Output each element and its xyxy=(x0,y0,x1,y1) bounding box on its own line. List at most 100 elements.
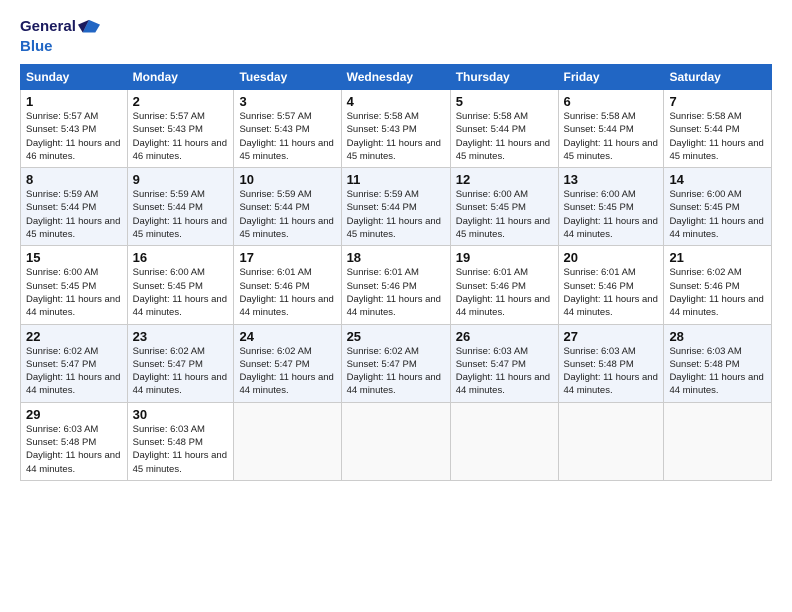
calendar-cell xyxy=(450,402,558,480)
weekday-header-cell: Saturday xyxy=(664,65,772,90)
day-number: 29 xyxy=(26,407,122,422)
calendar-cell: 8 Sunrise: 5:59 AMSunset: 5:44 PMDayligh… xyxy=(21,168,128,246)
calendar-body: 1 Sunrise: 5:57 AMSunset: 5:43 PMDayligh… xyxy=(21,90,772,481)
day-info: Sunrise: 5:59 AMSunset: 5:44 PMDaylight:… xyxy=(133,189,227,240)
day-info: Sunrise: 6:00 AMSunset: 5:45 PMDaylight:… xyxy=(26,267,120,318)
day-number: 27 xyxy=(564,329,659,344)
day-info: Sunrise: 6:01 AMSunset: 5:46 PMDaylight:… xyxy=(564,267,658,318)
calendar-cell: 21 Sunrise: 6:02 AMSunset: 5:46 PMDaylig… xyxy=(664,246,772,324)
calendar-cell: 30 Sunrise: 6:03 AMSunset: 5:48 PMDaylig… xyxy=(127,402,234,480)
weekday-header-cell: Friday xyxy=(558,65,664,90)
calendar-cell: 26 Sunrise: 6:03 AMSunset: 5:47 PMDaylig… xyxy=(450,324,558,402)
weekday-header-cell: Sunday xyxy=(21,65,128,90)
day-info: Sunrise: 6:00 AMSunset: 5:45 PMDaylight:… xyxy=(564,189,658,240)
calendar-week-row: 8 Sunrise: 5:59 AMSunset: 5:44 PMDayligh… xyxy=(21,168,772,246)
weekday-header-cell: Wednesday xyxy=(341,65,450,90)
weekday-header-cell: Thursday xyxy=(450,65,558,90)
day-number: 28 xyxy=(669,329,766,344)
logo-icon xyxy=(78,16,100,38)
day-number: 14 xyxy=(669,172,766,187)
day-number: 10 xyxy=(239,172,335,187)
day-number: 6 xyxy=(564,94,659,109)
calendar-cell: 15 Sunrise: 6:00 AMSunset: 5:45 PMDaylig… xyxy=(21,246,128,324)
day-info: Sunrise: 6:02 AMSunset: 5:47 PMDaylight:… xyxy=(133,346,227,397)
day-number: 12 xyxy=(456,172,553,187)
day-info: Sunrise: 5:58 AMSunset: 5:44 PMDaylight:… xyxy=(456,111,550,162)
header: General Blue xyxy=(20,16,772,56)
day-info: Sunrise: 6:00 AMSunset: 5:45 PMDaylight:… xyxy=(456,189,550,240)
day-info: Sunrise: 6:03 AMSunset: 5:48 PMDaylight:… xyxy=(564,346,658,397)
day-info: Sunrise: 6:03 AMSunset: 5:48 PMDaylight:… xyxy=(669,346,763,397)
day-info: Sunrise: 6:03 AMSunset: 5:48 PMDaylight:… xyxy=(26,424,120,475)
day-info: Sunrise: 6:01 AMSunset: 5:46 PMDaylight:… xyxy=(239,267,333,318)
day-number: 26 xyxy=(456,329,553,344)
day-number: 9 xyxy=(133,172,229,187)
day-info: Sunrise: 5:57 AMSunset: 5:43 PMDaylight:… xyxy=(26,111,120,162)
day-info: Sunrise: 5:58 AMSunset: 5:44 PMDaylight:… xyxy=(564,111,658,162)
day-number: 7 xyxy=(669,94,766,109)
day-number: 13 xyxy=(564,172,659,187)
day-number: 21 xyxy=(669,250,766,265)
day-info: Sunrise: 6:01 AMSunset: 5:46 PMDaylight:… xyxy=(456,267,550,318)
calendar-cell: 5 Sunrise: 5:58 AMSunset: 5:44 PMDayligh… xyxy=(450,90,558,168)
logo-text: General xyxy=(20,19,76,36)
day-info: Sunrise: 5:59 AMSunset: 5:44 PMDaylight:… xyxy=(26,189,120,240)
calendar-week-row: 15 Sunrise: 6:00 AMSunset: 5:45 PMDaylig… xyxy=(21,246,772,324)
calendar-cell: 3 Sunrise: 5:57 AMSunset: 5:43 PMDayligh… xyxy=(234,90,341,168)
day-info: Sunrise: 6:00 AMSunset: 5:45 PMDaylight:… xyxy=(133,267,227,318)
day-number: 20 xyxy=(564,250,659,265)
day-number: 23 xyxy=(133,329,229,344)
day-number: 3 xyxy=(239,94,335,109)
day-number: 16 xyxy=(133,250,229,265)
calendar-cell: 11 Sunrise: 5:59 AMSunset: 5:44 PMDaylig… xyxy=(341,168,450,246)
day-number: 17 xyxy=(239,250,335,265)
calendar-week-row: 29 Sunrise: 6:03 AMSunset: 5:48 PMDaylig… xyxy=(21,402,772,480)
day-number: 1 xyxy=(26,94,122,109)
calendar-cell: 2 Sunrise: 5:57 AMSunset: 5:43 PMDayligh… xyxy=(127,90,234,168)
day-number: 8 xyxy=(26,172,122,187)
calendar-cell: 19 Sunrise: 6:01 AMSunset: 5:46 PMDaylig… xyxy=(450,246,558,324)
calendar-cell: 27 Sunrise: 6:03 AMSunset: 5:48 PMDaylig… xyxy=(558,324,664,402)
calendar-cell: 9 Sunrise: 5:59 AMSunset: 5:44 PMDayligh… xyxy=(127,168,234,246)
calendar-cell: 10 Sunrise: 5:59 AMSunset: 5:44 PMDaylig… xyxy=(234,168,341,246)
day-info: Sunrise: 6:02 AMSunset: 5:47 PMDaylight:… xyxy=(26,346,120,397)
day-number: 25 xyxy=(347,329,445,344)
day-number: 5 xyxy=(456,94,553,109)
weekday-header-cell: Monday xyxy=(127,65,234,90)
day-info: Sunrise: 6:00 AMSunset: 5:45 PMDaylight:… xyxy=(669,189,763,240)
calendar-cell xyxy=(664,402,772,480)
page: General Blue SundayMondayTuesdayWednesda… xyxy=(0,0,792,612)
day-number: 24 xyxy=(239,329,335,344)
weekday-header-row: SundayMondayTuesdayWednesdayThursdayFrid… xyxy=(21,65,772,90)
calendar-cell xyxy=(341,402,450,480)
day-number: 19 xyxy=(456,250,553,265)
day-info: Sunrise: 5:58 AMSunset: 5:44 PMDaylight:… xyxy=(669,111,763,162)
calendar-cell: 13 Sunrise: 6:00 AMSunset: 5:45 PMDaylig… xyxy=(558,168,664,246)
calendar-week-row: 22 Sunrise: 6:02 AMSunset: 5:47 PMDaylig… xyxy=(21,324,772,402)
day-number: 18 xyxy=(347,250,445,265)
day-number: 22 xyxy=(26,329,122,344)
day-info: Sunrise: 5:59 AMSunset: 5:44 PMDaylight:… xyxy=(239,189,333,240)
calendar-cell: 18 Sunrise: 6:01 AMSunset: 5:46 PMDaylig… xyxy=(341,246,450,324)
day-info: Sunrise: 6:03 AMSunset: 5:48 PMDaylight:… xyxy=(133,424,227,475)
calendar-cell: 6 Sunrise: 5:58 AMSunset: 5:44 PMDayligh… xyxy=(558,90,664,168)
day-info: Sunrise: 6:01 AMSunset: 5:46 PMDaylight:… xyxy=(347,267,441,318)
calendar-cell: 12 Sunrise: 6:00 AMSunset: 5:45 PMDaylig… xyxy=(450,168,558,246)
day-number: 4 xyxy=(347,94,445,109)
day-info: Sunrise: 5:57 AMSunset: 5:43 PMDaylight:… xyxy=(133,111,227,162)
calendar-cell: 4 Sunrise: 5:58 AMSunset: 5:43 PMDayligh… xyxy=(341,90,450,168)
day-info: Sunrise: 5:58 AMSunset: 5:43 PMDaylight:… xyxy=(347,111,441,162)
calendar-cell: 24 Sunrise: 6:02 AMSunset: 5:47 PMDaylig… xyxy=(234,324,341,402)
day-number: 30 xyxy=(133,407,229,422)
calendar-cell: 14 Sunrise: 6:00 AMSunset: 5:45 PMDaylig… xyxy=(664,168,772,246)
day-number: 15 xyxy=(26,250,122,265)
day-info: Sunrise: 6:02 AMSunset: 5:47 PMDaylight:… xyxy=(239,346,333,397)
calendar-cell: 22 Sunrise: 6:02 AMSunset: 5:47 PMDaylig… xyxy=(21,324,128,402)
day-info: Sunrise: 6:02 AMSunset: 5:47 PMDaylight:… xyxy=(347,346,441,397)
calendar-week-row: 1 Sunrise: 5:57 AMSunset: 5:43 PMDayligh… xyxy=(21,90,772,168)
calendar-table: SundayMondayTuesdayWednesdayThursdayFrid… xyxy=(20,64,772,481)
day-info: Sunrise: 6:02 AMSunset: 5:46 PMDaylight:… xyxy=(669,267,763,318)
calendar-cell: 17 Sunrise: 6:01 AMSunset: 5:46 PMDaylig… xyxy=(234,246,341,324)
calendar-cell: 1 Sunrise: 5:57 AMSunset: 5:43 PMDayligh… xyxy=(21,90,128,168)
calendar-cell: 28 Sunrise: 6:03 AMSunset: 5:48 PMDaylig… xyxy=(664,324,772,402)
